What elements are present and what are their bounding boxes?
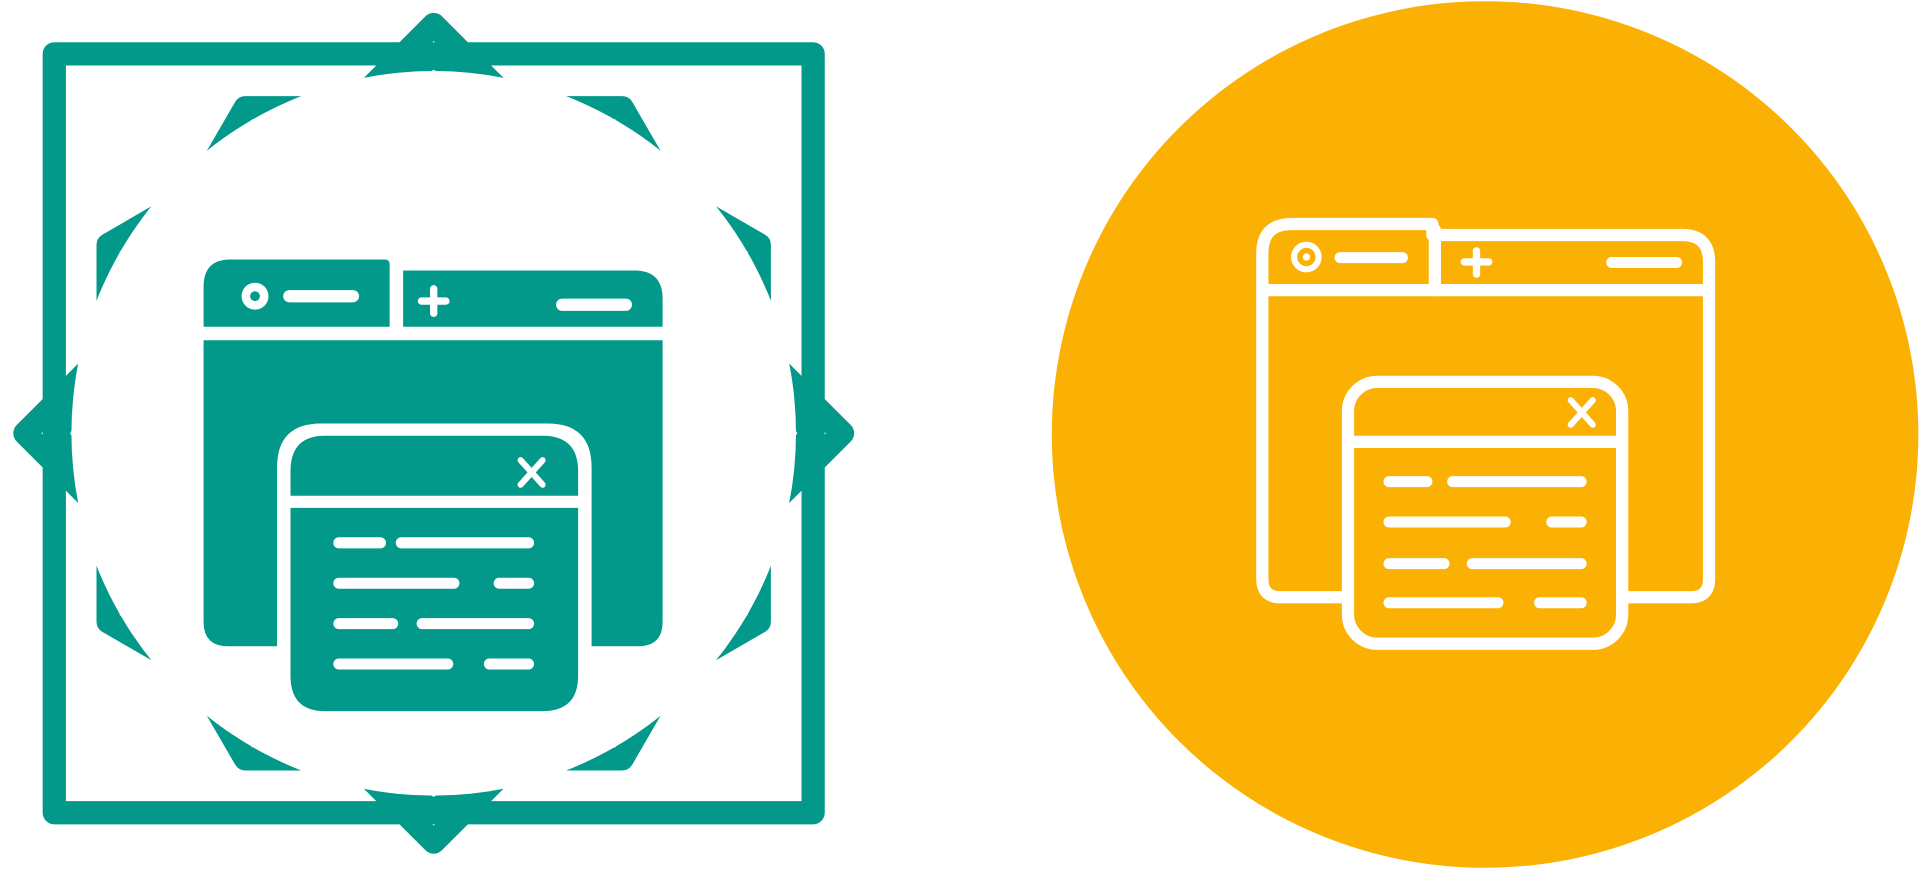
radio-icon-dot [250,291,260,302]
outline-icon-variant [1051,1,1919,868]
tab-right-line [556,298,632,311]
tab-title-line [1334,252,1408,264]
glyph-icon-variant [13,12,855,854]
icon-set-canvas [13,1,1919,868]
tab-title-line [283,290,360,303]
circle-badge [1051,1,1919,868]
tab-right-line [1606,257,1683,269]
